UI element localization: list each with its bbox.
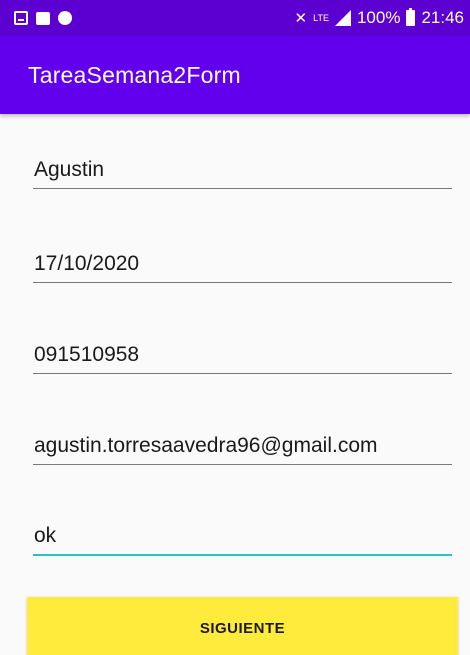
next-button[interactable]: SIGUIENTE	[27, 597, 458, 655]
email-underline	[33, 464, 452, 465]
description-field[interactable]	[33, 524, 452, 556]
lte-indicator: LTE	[313, 12, 329, 23]
email-input[interactable]	[33, 434, 452, 464]
date-underline	[33, 282, 452, 283]
description-input[interactable]	[33, 524, 452, 554]
app-bar: TareaSemana2Form	[0, 36, 470, 114]
signal-icon	[334, 10, 351, 26]
battery-percent: 100%	[356, 8, 401, 27]
system-icons: ✕ LTE 100% 21:46	[295, 8, 464, 28]
date-input[interactable]	[33, 252, 452, 282]
clock: 21:46	[421, 8, 464, 27]
name-input[interactable]	[33, 158, 452, 188]
phone-field[interactable]	[33, 343, 452, 374]
description-underline	[33, 554, 452, 556]
status-bar: ✕ LTE 100% 21:46	[0, 0, 470, 36]
mute-icon: ✕	[294, 10, 308, 27]
date-field[interactable]	[33, 252, 452, 283]
battery-icon	[406, 8, 416, 26]
name-field[interactable]	[33, 158, 452, 189]
app-title: TareaSemana2Form	[28, 62, 241, 88]
email-field[interactable]	[33, 434, 452, 465]
screenshot-icon	[14, 11, 28, 25]
phone-underline	[33, 373, 452, 374]
name-underline	[33, 188, 452, 189]
sync-icon	[58, 11, 72, 25]
notification-icons	[14, 11, 72, 25]
phone-input[interactable]	[33, 343, 452, 373]
store-icon	[36, 11, 50, 25]
